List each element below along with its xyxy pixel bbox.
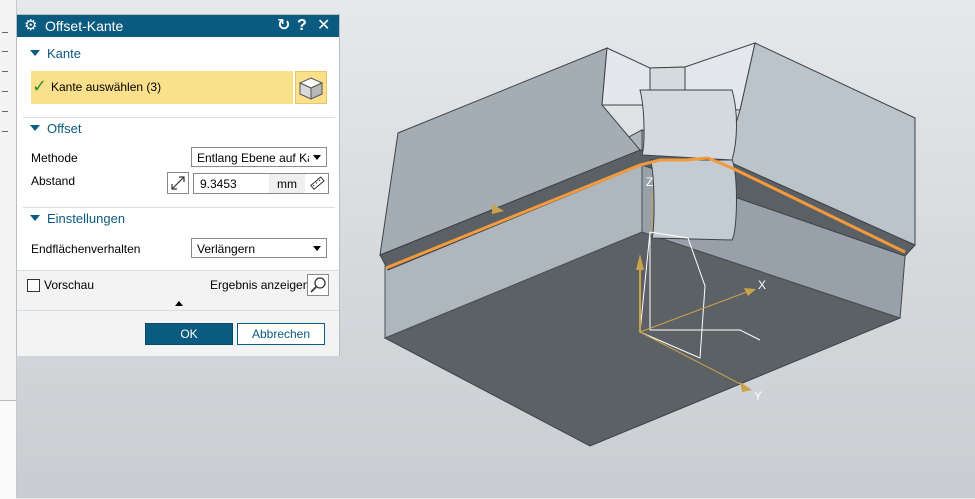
select-edge-label: Kante auswählen (3) <box>51 80 162 94</box>
strip-tick <box>2 51 8 52</box>
left-panel-strip <box>0 0 17 499</box>
strip-tick <box>2 131 8 132</box>
strip-lower-panel <box>0 400 16 499</box>
model-canvas[interactable]: Z X Y <box>340 0 975 498</box>
diagonal-dimension-icon <box>171 176 185 190</box>
chevron-down-icon <box>313 155 321 160</box>
strip-tick <box>2 91 8 92</box>
methode-value: Entlang Ebene auf Kante <box>197 151 309 165</box>
button-bar: OK Abbrechen <box>17 310 339 356</box>
methode-label: Methode <box>31 151 78 165</box>
cylinder-notch-upper <box>639 89 737 161</box>
magnifier-icon <box>310 277 326 293</box>
vorschau-checkbox[interactable] <box>27 279 40 292</box>
axis-z-label: Z <box>646 175 653 189</box>
dimension-button[interactable] <box>167 172 189 194</box>
graphics-viewport[interactable]: Z X Y <box>340 0 975 498</box>
offset-kante-dialog: ⚙ Offset-Kante ↻ ? ✕ Kante ✓ Kante auswä… <box>16 14 340 356</box>
dialog-title: Offset-Kante <box>45 18 124 34</box>
edge-selector-button[interactable] <box>295 71 327 104</box>
ok-button[interactable]: OK <box>145 323 233 345</box>
cancel-button[interactable]: Abbrechen <box>237 323 325 345</box>
section-offset-header[interactable]: Offset <box>23 117 335 140</box>
dialog-titlebar[interactable]: ⚙ Offset-Kante ↻ ? ✕ <box>17 15 339 37</box>
axis-x-label: X <box>758 278 766 292</box>
select-edge-row[interactable]: ✓ Kante auswählen (3) <box>31 71 293 104</box>
ergebnis-label: Ergebnis anzeigen <box>210 278 310 292</box>
cube-icon <box>298 77 324 100</box>
methode-dropdown[interactable]: Entlang Ebene auf Kante <box>191 147 327 167</box>
section-offset-label: Offset <box>47 121 82 136</box>
strip-tick <box>2 111 8 112</box>
help-icon[interactable]: ? <box>297 17 307 35</box>
endflaechen-label: Endflächenverhalten <box>31 242 141 256</box>
expand-more-icon[interactable] <box>175 301 183 306</box>
preview-row: Vorschau Ergebnis anzeigen <box>17 270 339 311</box>
checkmark-icon: ✓ <box>32 76 48 96</box>
section-kante-header[interactable]: Kante <box>23 43 335 65</box>
gear-icon[interactable]: ⚙ <box>24 17 37 35</box>
strip-tick <box>2 71 8 72</box>
abstand-unit: mm <box>277 177 297 191</box>
endflaechen-value: Verlängern <box>197 242 256 256</box>
section-einstellungen-label: Einstellungen <box>47 211 126 226</box>
axis-y-arrow <box>740 382 752 392</box>
endflaechen-dropdown[interactable]: Verlängern <box>191 238 327 258</box>
abstand-value: 9.3453 <box>200 177 237 191</box>
collapse-arrow-icon[interactable] <box>30 215 40 221</box>
ruler-icon[interactable] <box>308 175 326 192</box>
chevron-down-icon <box>313 246 321 251</box>
close-icon[interactable]: ✕ <box>317 17 330 35</box>
abstand-label: Abstand <box>31 174 76 188</box>
axis-y-label: Y <box>754 389 762 403</box>
vorschau-label[interactable]: Vorschau <box>44 278 94 292</box>
collapse-arrow-icon[interactable] <box>30 125 40 131</box>
section-einstellungen-header[interactable]: Einstellungen <box>23 207 335 230</box>
abstand-input[interactable]: 9.3453 mm <box>193 173 329 194</box>
collapse-arrow-icon[interactable] <box>30 50 40 56</box>
reset-icon[interactable]: ↻ <box>277 17 290 35</box>
ergebnis-button[interactable] <box>307 274 329 296</box>
cylinder-notch <box>649 159 737 241</box>
section-kante-label: Kante <box>47 46 81 61</box>
strip-tick <box>2 32 8 33</box>
